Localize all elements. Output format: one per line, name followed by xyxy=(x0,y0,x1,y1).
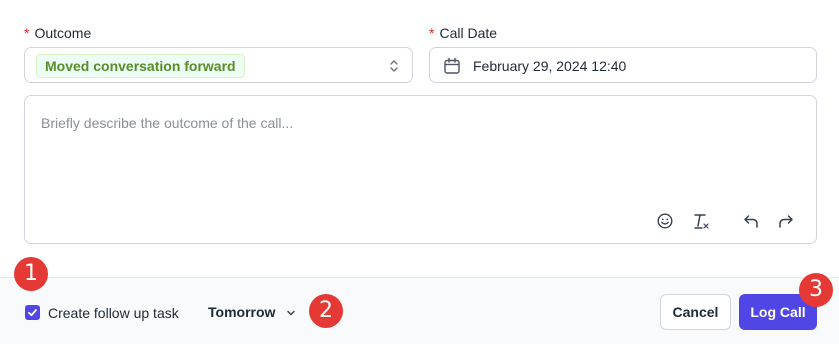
outcome-label-text: Outcome xyxy=(34,25,92,41)
undo-icon[interactable] xyxy=(742,212,760,230)
follow-up-checkbox[interactable] xyxy=(25,305,40,320)
updown-chevron-icon xyxy=(390,60,398,72)
form-footer: Create follow up task Tomorrow Cancel Lo… xyxy=(0,277,839,344)
annotation-marker-1: 1 xyxy=(14,257,48,291)
calendar-icon xyxy=(444,57,460,74)
cancel-button[interactable]: Cancel xyxy=(660,294,731,330)
outcome-select[interactable]: Moved conversation forward xyxy=(24,47,413,83)
emoji-icon[interactable] xyxy=(656,212,674,230)
redo-icon[interactable] xyxy=(777,212,795,230)
chevron-down-icon[interactable] xyxy=(286,309,296,317)
annotation-marker-2: 2 xyxy=(309,294,343,328)
required-mark: * xyxy=(429,25,435,41)
call-date-label: * Call Date xyxy=(429,25,497,41)
checkmark-icon xyxy=(28,309,37,317)
description-textarea[interactable] xyxy=(41,115,801,195)
outcome-label: * Outcome xyxy=(24,25,91,41)
description-editor xyxy=(24,95,817,244)
call-date-input[interactable]: February 29, 2024 12:40 xyxy=(429,47,817,83)
clear-format-icon[interactable] xyxy=(692,212,710,230)
annotation-marker-3: 3 xyxy=(799,273,833,307)
due-date-dropdown[interactable]: Tomorrow xyxy=(208,304,275,320)
outcome-value-pill: Moved conversation forward xyxy=(36,54,245,78)
follow-up-label[interactable]: Create follow up task xyxy=(48,305,179,321)
required-mark: * xyxy=(24,25,30,41)
call-date-value: February 29, 2024 12:40 xyxy=(473,58,627,74)
call-date-label-text: Call Date xyxy=(439,25,498,41)
